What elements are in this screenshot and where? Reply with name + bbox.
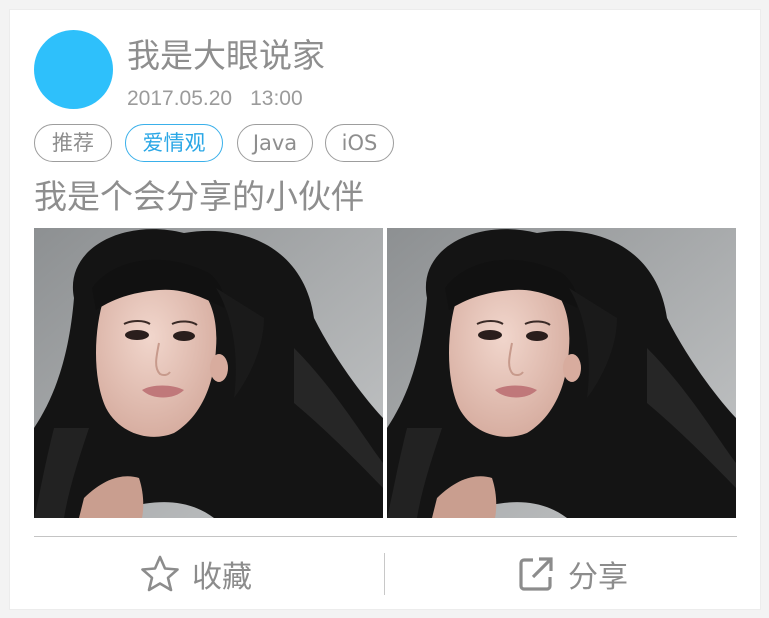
- post-image-2[interactable]: [387, 228, 736, 518]
- tag-recommend[interactable]: 推荐: [34, 124, 112, 162]
- action-divider: [34, 536, 737, 537]
- post-timestamp: 2017.05.20 13:00: [127, 86, 303, 112]
- favorite-label: 收藏: [192, 560, 252, 595]
- post-image-1[interactable]: [34, 228, 383, 518]
- post-card: 我是大眼说家 2017.05.20 13:00 推荐 爱情观 Java iOS 我…: [9, 9, 761, 610]
- portrait-image: [387, 228, 736, 518]
- tag-ios[interactable]: iOS: [325, 124, 394, 162]
- star-outline-icon: [141, 555, 179, 592]
- action-separator: [384, 553, 385, 595]
- post-headline: 我是个会分享的小伙伴: [34, 177, 364, 216]
- tag-java[interactable]: Java: [237, 124, 313, 162]
- tag-love-view[interactable]: 爱情观: [125, 124, 223, 162]
- share-label: 分享: [568, 560, 628, 595]
- avatar[interactable]: [34, 30, 113, 109]
- post-date: 2017.05.20: [127, 87, 233, 110]
- author-name[interactable]: 我是大眼说家: [127, 36, 325, 76]
- favorite-button[interactable]: 收藏: [140, 554, 252, 595]
- share-button[interactable]: 分享: [516, 554, 628, 595]
- share-external-icon: [519, 557, 553, 591]
- portrait-image: [34, 228, 383, 518]
- post-time: 13:00: [250, 87, 303, 110]
